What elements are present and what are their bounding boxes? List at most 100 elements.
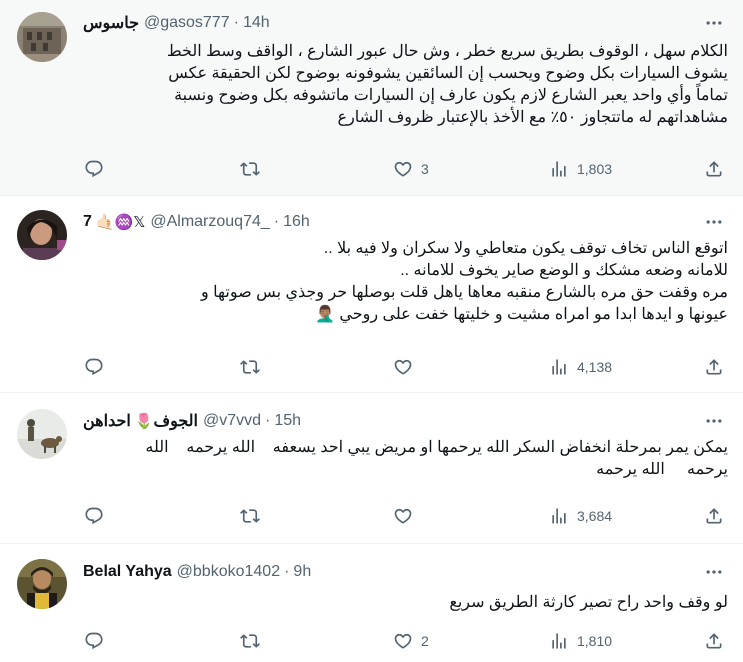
separator-dot: · bbox=[284, 563, 290, 580]
share-upload-icon bbox=[706, 359, 722, 375]
reply-bubble-icon bbox=[85, 507, 103, 525]
more-horizontal-icon bbox=[706, 419, 722, 423]
tweet-header: Belal Yahya @bbkoko1402 · 9h bbox=[83, 561, 311, 583]
heart-icon bbox=[394, 633, 412, 649]
more-options-button[interactable] bbox=[700, 561, 728, 583]
share-button[interactable] bbox=[704, 629, 724, 653]
retweet-button[interactable] bbox=[240, 157, 268, 181]
tweet-text-line: يمكن يمر بمرحلة انخفاض السكر الله يرحمها… bbox=[145, 439, 728, 456]
avatar[interactable] bbox=[17, 210, 67, 260]
tweet[interactable]: جاسوس @gasos777 · 14h الكلام سهل ، الوقو… bbox=[0, 0, 743, 196]
like-button[interactable]: 2 bbox=[393, 629, 429, 653]
view-count: 4,138 bbox=[577, 359, 613, 375]
views-button[interactable]: 3,684 bbox=[549, 504, 612, 528]
views-button[interactable]: 4,138 bbox=[549, 355, 612, 379]
retweet-icon bbox=[240, 634, 260, 648]
view-count: 1,803 bbox=[577, 161, 613, 177]
avatar[interactable] bbox=[17, 409, 67, 459]
timestamp[interactable]: 15h bbox=[274, 412, 301, 430]
tweet-header: احداهن 🌷 الجوف @v7vvd · 15h bbox=[83, 410, 301, 432]
timestamp[interactable]: 9h bbox=[293, 563, 311, 581]
like-count: 2 bbox=[421, 633, 429, 649]
display-name[interactable]: Belal Yahya bbox=[83, 563, 172, 581]
user-handle[interactable]: @gasos777 bbox=[144, 14, 230, 32]
more-horizontal-icon bbox=[706, 570, 722, 574]
view-count: 1,810 bbox=[577, 633, 613, 649]
views-button[interactable]: 1,810 bbox=[549, 629, 612, 653]
tweet[interactable]: 7 🤙🏻♒𝕏 @Almarzouq74_ · 16h اتوقع الناس ت… bbox=[0, 196, 743, 393]
avatar[interactable] bbox=[17, 12, 67, 62]
share-upload-icon bbox=[706, 161, 722, 177]
share-button[interactable] bbox=[704, 157, 724, 181]
like-button[interactable] bbox=[393, 504, 421, 528]
views-button[interactable]: 1,803 bbox=[549, 157, 612, 181]
more-options-button[interactable] bbox=[700, 410, 728, 432]
reply-bubble-icon bbox=[85, 160, 103, 178]
tweet-text: الكلام سهل ، الوقوف بطريق سريع خطر ، وش … bbox=[83, 41, 728, 129]
user-handle[interactable]: @v7vvd bbox=[203, 412, 261, 430]
tweet-text-line: مشاهداتهم له ماتتجاوز ٥٠٪ مع الأخذ بالإع… bbox=[337, 109, 728, 126]
timestamp[interactable]: 16h bbox=[283, 213, 310, 231]
action-bar: 3,684 bbox=[70, 504, 730, 528]
action-bar: 3 1,803 bbox=[70, 157, 730, 181]
name-emoji: 🤙🏻♒𝕏 bbox=[95, 214, 146, 231]
retweet-icon bbox=[240, 360, 260, 374]
like-button[interactable] bbox=[393, 355, 421, 379]
like-count: 3 bbox=[421, 161, 429, 177]
share-button[interactable] bbox=[704, 355, 724, 379]
views-bar-chart-icon bbox=[552, 633, 566, 649]
tweet[interactable]: Belal Yahya @bbkoko1402 · 9h لو وقف واحد… bbox=[0, 544, 743, 662]
tweet-text-line: يشوف السيارات بكل وضوح ويحسب إن السائقين… bbox=[168, 65, 728, 82]
view-count: 3,684 bbox=[577, 508, 613, 524]
display-name[interactable]: احداهن bbox=[83, 411, 131, 431]
reply-bubble-icon bbox=[85, 358, 103, 376]
retweet-button[interactable] bbox=[240, 504, 268, 528]
tweet-text-line: لو وقف واحد راح تصير كارثة الطريق سريع bbox=[449, 594, 728, 611]
tweet-text-line: الكلام سهل ، الوقوف بطريق سريع خطر ، وش … bbox=[166, 43, 728, 60]
reply-bubble-icon bbox=[85, 632, 103, 650]
tweet-header: 7 🤙🏻♒𝕏 @Almarzouq74_ · 16h bbox=[83, 211, 310, 233]
like-button[interactable]: 3 bbox=[393, 157, 429, 181]
tweet-text-line: يرحمه الله يرحمه bbox=[596, 461, 728, 478]
display-name[interactable]: 7 bbox=[83, 213, 92, 231]
tweet-text: لو وقف واحد راح تصير كارثة الطريق سريع bbox=[83, 592, 728, 614]
timestamp[interactable]: 14h bbox=[243, 14, 270, 32]
share-upload-icon bbox=[706, 508, 722, 524]
retweet-button[interactable] bbox=[240, 355, 268, 379]
reply-button[interactable] bbox=[84, 355, 112, 379]
retweet-icon bbox=[240, 509, 260, 523]
tweet-text: يمكن يمر بمرحلة انخفاض السكر الله يرحمها… bbox=[83, 437, 728, 481]
tweet[interactable]: احداهن 🌷 الجوف @v7vvd · 15h يمكن يمر بمر… bbox=[0, 393, 743, 544]
tweet-text-line: مره وقفت حق مره بالشارع منقبه معاها ياهل… bbox=[201, 284, 728, 301]
share-button[interactable] bbox=[704, 504, 724, 528]
more-horizontal-icon bbox=[706, 220, 722, 224]
reply-button[interactable] bbox=[84, 504, 112, 528]
user-handle[interactable]: @bbkoko1402 bbox=[177, 563, 280, 581]
separator-dot: · bbox=[273, 213, 280, 230]
tweet-text-line: عيونها و ايدها ابدا مو امراه مشيت و خليت… bbox=[315, 306, 728, 323]
heart-icon bbox=[394, 161, 412, 177]
tweet-text: اتوقع الناس تخاف توقف يكون متعاطي ولا سك… bbox=[83, 238, 728, 326]
more-horizontal-icon bbox=[706, 21, 722, 25]
name-emoji: 🌷 bbox=[134, 413, 154, 430]
reply-button[interactable] bbox=[84, 157, 112, 181]
display-name[interactable]: جاسوس bbox=[83, 13, 139, 33]
views-bar-chart-icon bbox=[552, 508, 566, 524]
more-options-button[interactable] bbox=[700, 12, 728, 34]
action-bar: 4,138 bbox=[70, 355, 730, 379]
views-bar-chart-icon bbox=[552, 359, 566, 375]
retweet-button[interactable] bbox=[240, 629, 268, 653]
tweet-text-line: تماماً وأي واحد يعبر الشارع لازم يكون عا… bbox=[174, 87, 728, 104]
retweet-icon bbox=[240, 162, 260, 176]
tweet-text-line: للامانه وضعه مشكك و الوضع صاير يخوف للام… bbox=[400, 262, 728, 279]
views-bar-chart-icon bbox=[552, 161, 566, 177]
separator-dot: · bbox=[265, 412, 271, 429]
reply-button[interactable] bbox=[84, 629, 112, 653]
avatar[interactable] bbox=[17, 559, 67, 609]
share-upload-icon bbox=[706, 633, 722, 649]
heart-icon bbox=[394, 359, 412, 375]
display-name-suffix[interactable]: الجوف bbox=[153, 411, 198, 431]
more-options-button[interactable] bbox=[700, 211, 728, 233]
user-handle[interactable]: @Almarzouq74_ bbox=[150, 213, 269, 231]
heart-icon bbox=[394, 508, 412, 524]
